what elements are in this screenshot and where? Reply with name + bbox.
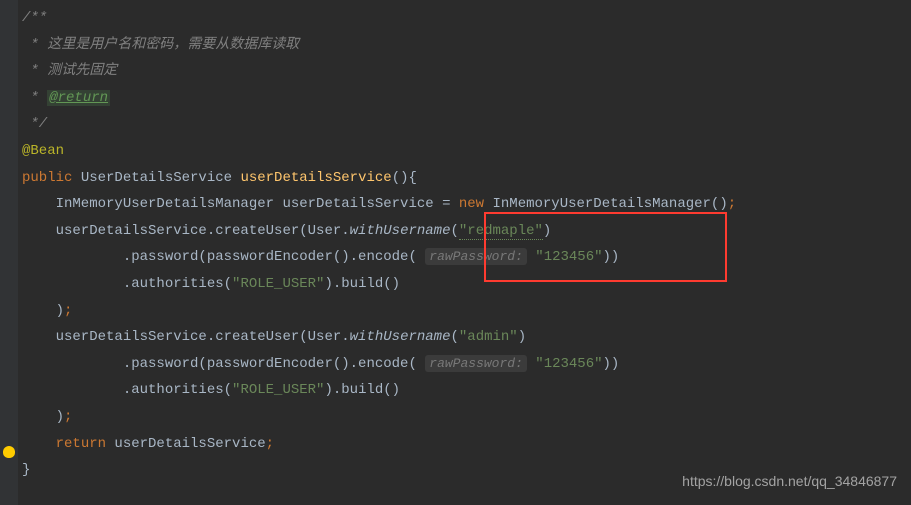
param-hint: rawPassword: — [425, 355, 527, 372]
indent — [22, 436, 56, 452]
annotation-bean: @Bean — [22, 143, 64, 159]
return-type: UserDetailsService — [81, 170, 241, 186]
constructor-call: InMemoryUserDetailsManager() — [492, 196, 727, 212]
method-name: userDetailsService — [240, 170, 391, 186]
paren: ( — [450, 223, 458, 239]
code-text: userDetailsService.createUser(User. — [22, 329, 350, 345]
code-text: InMemoryUserDetailsManager userDetailsSe… — [22, 196, 459, 212]
parens-brace: (){ — [392, 170, 417, 186]
brace-close: } — [22, 462, 30, 478]
code-text: ) — [22, 303, 64, 319]
paren: ( — [450, 329, 458, 345]
paren: )) — [603, 249, 620, 265]
doccomment-line: * — [22, 90, 47, 106]
keyword-new: new — [459, 196, 493, 212]
keyword-return: return — [56, 436, 115, 452]
param-hint: rawPassword: — [425, 248, 527, 265]
static-method: withUsername — [350, 329, 451, 345]
string-literal: "admin" — [459, 329, 518, 345]
code-text: ).build() — [324, 382, 400, 398]
string-literal: "redmaple" — [459, 223, 543, 240]
doccomment-close: */ — [22, 116, 47, 132]
doccomment-open: /** — [22, 10, 47, 26]
doccomment-line: * 测试先固定 — [22, 63, 117, 79]
semicolon: ; — [266, 436, 274, 452]
code-text: .password(passwordEncoder().encode( — [22, 356, 425, 372]
identifier: userDetailsService — [114, 436, 265, 452]
static-method: withUsername — [350, 223, 451, 239]
code-text: userDetailsService.createUser(User. — [22, 223, 350, 239]
semicolon: ; — [64, 303, 72, 319]
paren: ) — [518, 329, 526, 345]
doccomment-line: * 这里是用户名和密码，需要从数据库读取 — [22, 37, 299, 53]
string-literal: "123456" — [535, 356, 602, 372]
doctag-return: @return — [47, 90, 110, 106]
paren: ) — [543, 223, 551, 239]
keyword-public: public — [22, 170, 81, 186]
string-literal: "ROLE_USER" — [232, 276, 324, 292]
code-text: ) — [22, 409, 64, 425]
code-text: ).build() — [324, 276, 400, 292]
editor-area[interactable]: /** * 这里是用户名和密码，需要从数据库读取 * 测试先固定 * @retu… — [0, 0, 911, 484]
semicolon: ; — [728, 196, 736, 212]
string-literal: "ROLE_USER" — [232, 382, 324, 398]
watermark: https://blog.csdn.net/qq_34846877 — [682, 468, 897, 495]
code-text: .password(passwordEncoder().encode( — [22, 249, 425, 265]
semicolon: ; — [64, 409, 72, 425]
code-text: .authorities( — [22, 382, 232, 398]
paren: )) — [603, 356, 620, 372]
string-literal: "123456" — [535, 249, 602, 265]
code-text: .authorities( — [22, 276, 232, 292]
